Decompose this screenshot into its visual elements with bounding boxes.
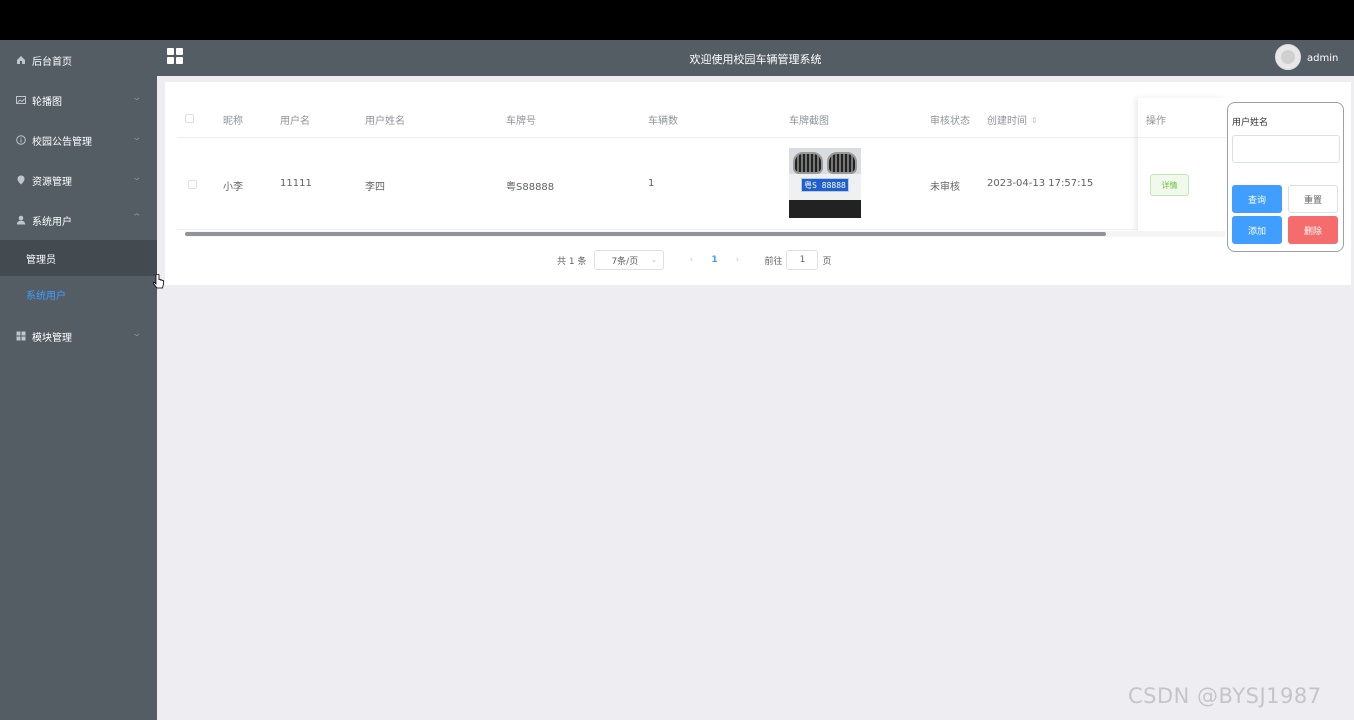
search-field-label: 用户姓名 bbox=[1232, 118, 1269, 128]
goto-label: 前往 bbox=[764, 256, 783, 267]
sort-icon[interactable]: ⇕ bbox=[1031, 117, 1038, 125]
home-icon bbox=[16, 55, 26, 65]
cell-nickname: 小李 bbox=[223, 182, 243, 193]
page-size-value: 7条/页 bbox=[611, 256, 639, 267]
main-content: 昵称 用户名 用户姓名 车牌号 车辆数 车牌截图 审核状态 创建时间 ⇕ 小李 1… bbox=[157, 76, 1354, 720]
sidebar-item-announcement[interactable]: 校园公告管理 ⌄ bbox=[0, 120, 157, 160]
users-table: 昵称 用户名 用户姓名 车牌号 车辆数 车牌截图 审核状态 创建时间 ⇕ 小李 1… bbox=[177, 98, 1217, 230]
column-header-actions: 操作 bbox=[1138, 98, 1226, 138]
select-all-checkbox[interactable] bbox=[185, 114, 194, 123]
chevron-down-icon: ⌄ bbox=[131, 133, 143, 143]
pagination-total: 共 1 条 bbox=[557, 256, 587, 267]
detail-button[interactable]: 详情 bbox=[1150, 174, 1189, 196]
search-name-input[interactable] bbox=[1232, 135, 1340, 163]
column-header-plate-number: 车牌号 bbox=[506, 116, 536, 127]
sidebar-item-resources[interactable]: 资源管理 ⌄ bbox=[0, 160, 157, 200]
plate-screenshot-image[interactable]: 粤S 88888 bbox=[789, 148, 861, 218]
column-header-username: 用户名 bbox=[280, 116, 310, 127]
sidebar-subitem-label: 系统用户 bbox=[26, 290, 66, 302]
page-suffix-label: 页 bbox=[822, 256, 832, 267]
chevron-down-icon: ⌄ bbox=[131, 173, 143, 183]
watermark: CSDN @BYSJ1987 bbox=[1128, 684, 1322, 708]
column-header-real-name: 用户姓名 bbox=[365, 116, 405, 127]
next-page-button[interactable]: › bbox=[724, 255, 750, 265]
sidebar-item-label: 轮播图 bbox=[32, 96, 62, 108]
sidebar-item-carousel[interactable]: 轮播图 ⌄ bbox=[0, 80, 157, 120]
cell-plate-number: 粤S88888 bbox=[506, 182, 555, 193]
content-panel: 昵称 用户名 用户姓名 车牌号 车辆数 车牌截图 审核状态 创建时间 ⇕ 小李 1… bbox=[165, 82, 1351, 285]
sidebar-item-home[interactable]: 后台首页 bbox=[0, 40, 157, 80]
page-number-current[interactable]: 1 bbox=[704, 255, 724, 265]
sidebar: 后台首页 轮播图 ⌄ 校园公告管理 ⌄ 资源管理 ⌄ 系统用户 ⌃ 管理员 系统… bbox=[0, 40, 157, 720]
goto-page-input[interactable] bbox=[786, 250, 819, 270]
info-icon bbox=[16, 135, 26, 145]
sidebar-item-label: 资源管理 bbox=[32, 176, 72, 188]
sidebar-subitem-admin[interactable]: 管理员 bbox=[0, 240, 157, 276]
cell-real-name: 李四 bbox=[365, 182, 385, 193]
app-header: 欢迎使用校园车辆管理系统 admin bbox=[157, 40, 1354, 76]
picture-icon bbox=[16, 95, 26, 105]
row-checkbox[interactable] bbox=[188, 180, 197, 189]
chevron-up-icon: ⌃ bbox=[131, 213, 143, 223]
query-button[interactable]: 查询 bbox=[1232, 185, 1282, 213]
sidebar-item-label: 模块管理 bbox=[32, 332, 72, 344]
column-header-created-at-label: 创建时间 bbox=[987, 116, 1027, 127]
cell-vehicle-count: 1 bbox=[648, 178, 655, 189]
location-icon bbox=[16, 175, 26, 185]
chevron-down-icon: ⌄ bbox=[650, 255, 658, 264]
sidebar-subitem-system-users[interactable]: 系统用户 bbox=[0, 276, 157, 312]
chevron-down-icon: ⌄ bbox=[131, 329, 143, 339]
header-username[interactable]: admin bbox=[1307, 53, 1338, 64]
cell-username: 11111 bbox=[280, 178, 312, 189]
reset-button[interactable]: 重置 bbox=[1288, 185, 1338, 213]
cell-review-status: 未审核 bbox=[930, 182, 960, 193]
pagination: 共 1 条 7条/页 ⌄ ‹ 1 › 前往 页 bbox=[557, 249, 831, 271]
page-size-select[interactable]: 7条/页 ⌄ bbox=[594, 250, 665, 270]
column-header-nickname: 昵称 bbox=[223, 116, 243, 127]
sidebar-item-modules[interactable]: 模块管理 ⌄ bbox=[0, 316, 157, 356]
horizontal-scrollbar[interactable] bbox=[185, 231, 1225, 237]
avatar[interactable] bbox=[1275, 44, 1301, 70]
table-header: 昵称 用户名 用户姓名 车牌号 车辆数 车牌截图 审核状态 创建时间 ⇕ bbox=[177, 98, 1217, 138]
sidebar-item-label: 系统用户 bbox=[32, 216, 72, 228]
column-header-plate-image: 车牌截图 bbox=[789, 116, 829, 127]
table-row: 小李 11111 李四 粤S88888 1 粤S 88888 未审核 2023-… bbox=[177, 138, 1217, 230]
column-header-created-at[interactable]: 创建时间 ⇕ bbox=[987, 112, 1038, 127]
sidebar-item-label: 校园公告管理 bbox=[32, 136, 92, 148]
page-title: 欢迎使用校园车辆管理系统 bbox=[689, 53, 822, 66]
sidebar-item-system-users[interactable]: 系统用户 ⌃ bbox=[0, 200, 157, 240]
sidebar-subitem-label: 管理员 bbox=[26, 254, 56, 266]
grid-icon bbox=[16, 331, 26, 341]
scrollbar-thumb[interactable] bbox=[185, 232, 1106, 236]
mouse-pointer-icon bbox=[153, 274, 164, 289]
column-header-review-status: 审核状态 bbox=[930, 116, 970, 127]
chevron-down-icon: ⌄ bbox=[131, 93, 143, 103]
cell-created-at: 2023-04-13 17:57:15 bbox=[987, 178, 1094, 189]
window-top-bar bbox=[0, 0, 1354, 40]
search-panel: 用户姓名 查询 重置 添加 删除 bbox=[1227, 102, 1344, 252]
user-icon bbox=[16, 215, 26, 225]
column-header-vehicle-count: 车辆数 bbox=[648, 116, 678, 127]
delete-button[interactable]: 删除 bbox=[1288, 216, 1338, 244]
actions-fixed-column: 操作 详情 bbox=[1138, 98, 1226, 231]
add-button[interactable]: 添加 bbox=[1232, 216, 1282, 244]
prev-page-button[interactable]: ‹ bbox=[678, 255, 704, 265]
sidebar-item-label: 后台首页 bbox=[32, 56, 72, 68]
plate-image-text: 粤S 88888 bbox=[801, 178, 849, 192]
